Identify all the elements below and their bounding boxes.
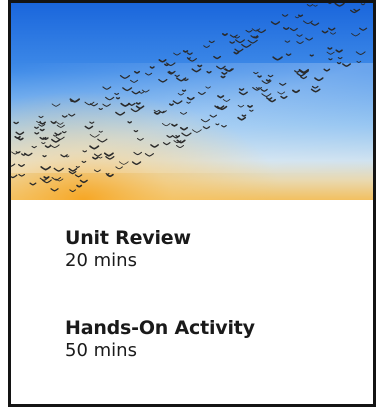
hero-image bbox=[11, 3, 373, 200]
activity-list: Unit Review 20 mins Hands-On Activity 50… bbox=[11, 200, 373, 404]
bird-shape bbox=[257, 75, 262, 78]
activity-card[interactable]: Unit Review 20 mins Hands-On Activity 50… bbox=[8, 0, 376, 407]
activity-item-hands-on-activity[interactable]: Hands-On Activity 50 mins bbox=[65, 317, 255, 362]
activity-duration: 20 mins bbox=[65, 250, 137, 271]
activity-title: Unit Review bbox=[65, 227, 191, 249]
activity-duration: 50 mins bbox=[65, 340, 137, 361]
activity-item-unit-review[interactable]: Unit Review 20 mins bbox=[65, 227, 191, 272]
bird-shape bbox=[181, 89, 187, 92]
activity-title: Hands-On Activity bbox=[65, 317, 255, 339]
bird-shape bbox=[115, 97, 121, 100]
bird-shape bbox=[135, 102, 141, 105]
bird-shape bbox=[265, 79, 271, 82]
bird-shape bbox=[220, 75, 226, 79]
flock-of-birds-photo bbox=[11, 3, 373, 200]
